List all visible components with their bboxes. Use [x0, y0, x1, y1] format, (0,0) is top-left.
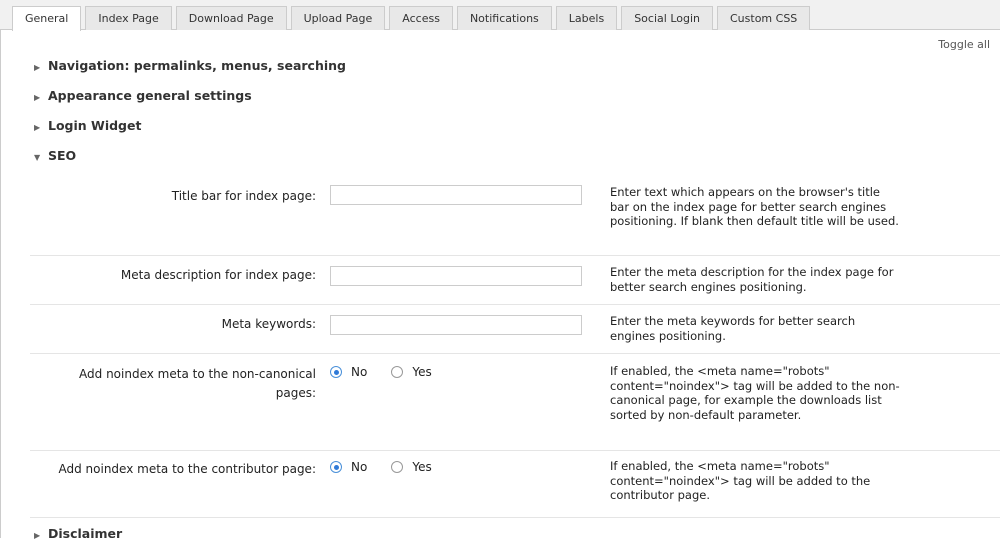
- tab-index-page[interactable]: Index Page: [85, 6, 172, 30]
- noindex-contributor-yes-radio[interactable]: [391, 461, 404, 473]
- seo-row-meta-keywords: Meta keywords: Enter the meta keywords f…: [30, 305, 1000, 354]
- section-navigation-label: Navigation: permalinks, menus, searching: [48, 58, 346, 73]
- tab-download-page[interactable]: Download Page: [175, 6, 287, 30]
- meta-keywords-description: Enter the meta keywords for better searc…: [610, 314, 856, 343]
- meta-keywords-label: Meta keywords:: [221, 317, 316, 331]
- tab-upload-page[interactable]: Upload Page: [290, 6, 386, 30]
- expanded-arrow-icon: ▼: [34, 153, 41, 162]
- tab-bar: General Index Page Download Page Upload …: [0, 0, 1000, 31]
- tab-labels[interactable]: Labels: [555, 6, 618, 30]
- noindex-noncanonical-yes-label: Yes: [412, 365, 432, 379]
- meta-description-description: Enter the meta description for the index…: [610, 265, 894, 294]
- seo-row-noindex-contributor: Add noindex meta to the contributor page…: [30, 451, 1000, 518]
- noindex-contributor-description: If enabled, the <meta name="robots" cont…: [610, 459, 871, 502]
- meta-description-input[interactable]: [330, 266, 582, 286]
- noindex-noncanonical-label: Add noindex meta to the non-canonical pa…: [79, 367, 316, 400]
- title-bar-label: Title bar for index page:: [171, 189, 316, 203]
- seo-row-meta-description: Meta description for index page: Enter t…: [30, 256, 1000, 305]
- seo-row-noindex-noncanonical: Add noindex meta to the non-canonical pa…: [30, 354, 1000, 451]
- noindex-noncanonical-yes-radio[interactable]: [391, 366, 404, 378]
- section-login-widget[interactable]: ▶ Login Widget: [34, 118, 141, 133]
- collapsed-arrow-icon: ▶: [34, 531, 41, 540]
- noindex-noncanonical-description: If enabled, the <meta name="robots" cont…: [610, 364, 900, 422]
- collapsed-arrow-icon: ▶: [34, 63, 41, 72]
- section-seo[interactable]: ▼ SEO: [34, 148, 76, 163]
- noindex-contributor-yes-label: Yes: [412, 460, 432, 474]
- tab-notifications[interactable]: Notifications: [456, 6, 552, 30]
- meta-keywords-input[interactable]: [330, 315, 582, 335]
- noindex-noncanonical-no-label: No: [351, 365, 368, 379]
- noindex-contributor-radio-group: No Yes: [330, 460, 456, 474]
- tabs: General Index Page Download Page Upload …: [12, 6, 814, 31]
- section-disclaimer-label: Disclaimer: [48, 526, 123, 541]
- meta-description-label: Meta description for index page:: [120, 268, 316, 282]
- section-seo-label: SEO: [48, 148, 77, 163]
- title-bar-description: Enter text which appears on the browser'…: [610, 185, 899, 228]
- tab-general[interactable]: General: [12, 6, 82, 31]
- section-appearance[interactable]: ▶ Appearance general settings: [34, 88, 252, 103]
- tab-access[interactable]: Access: [389, 6, 453, 30]
- section-disclaimer[interactable]: ▶ Disclaimer: [34, 526, 122, 541]
- seo-row-title-bar: Title bar for index page: Enter text whi…: [30, 177, 1000, 256]
- tab-custom-css[interactable]: Custom CSS: [717, 6, 811, 30]
- title-bar-input[interactable]: [330, 185, 582, 205]
- collapsed-arrow-icon: ▶: [34, 93, 41, 102]
- noindex-contributor-label: Add noindex meta to the contributor page…: [58, 462, 316, 476]
- tab-social-login[interactable]: Social Login: [621, 6, 713, 30]
- toggle-all-link[interactable]: Toggle all: [938, 38, 990, 51]
- section-login-widget-label: Login Widget: [48, 118, 142, 133]
- page-left-border: [0, 0, 1, 538]
- noindex-contributor-no-label: No: [351, 460, 368, 474]
- noindex-noncanonical-radio-group: No Yes: [330, 365, 456, 379]
- section-appearance-label: Appearance general settings: [48, 88, 252, 103]
- section-navigation[interactable]: ▶ Navigation: permalinks, menus, searchin…: [34, 58, 346, 73]
- noindex-noncanonical-no-radio[interactable]: [330, 366, 342, 378]
- noindex-contributor-no-radio[interactable]: [330, 461, 342, 473]
- collapsed-arrow-icon: ▶: [34, 123, 41, 132]
